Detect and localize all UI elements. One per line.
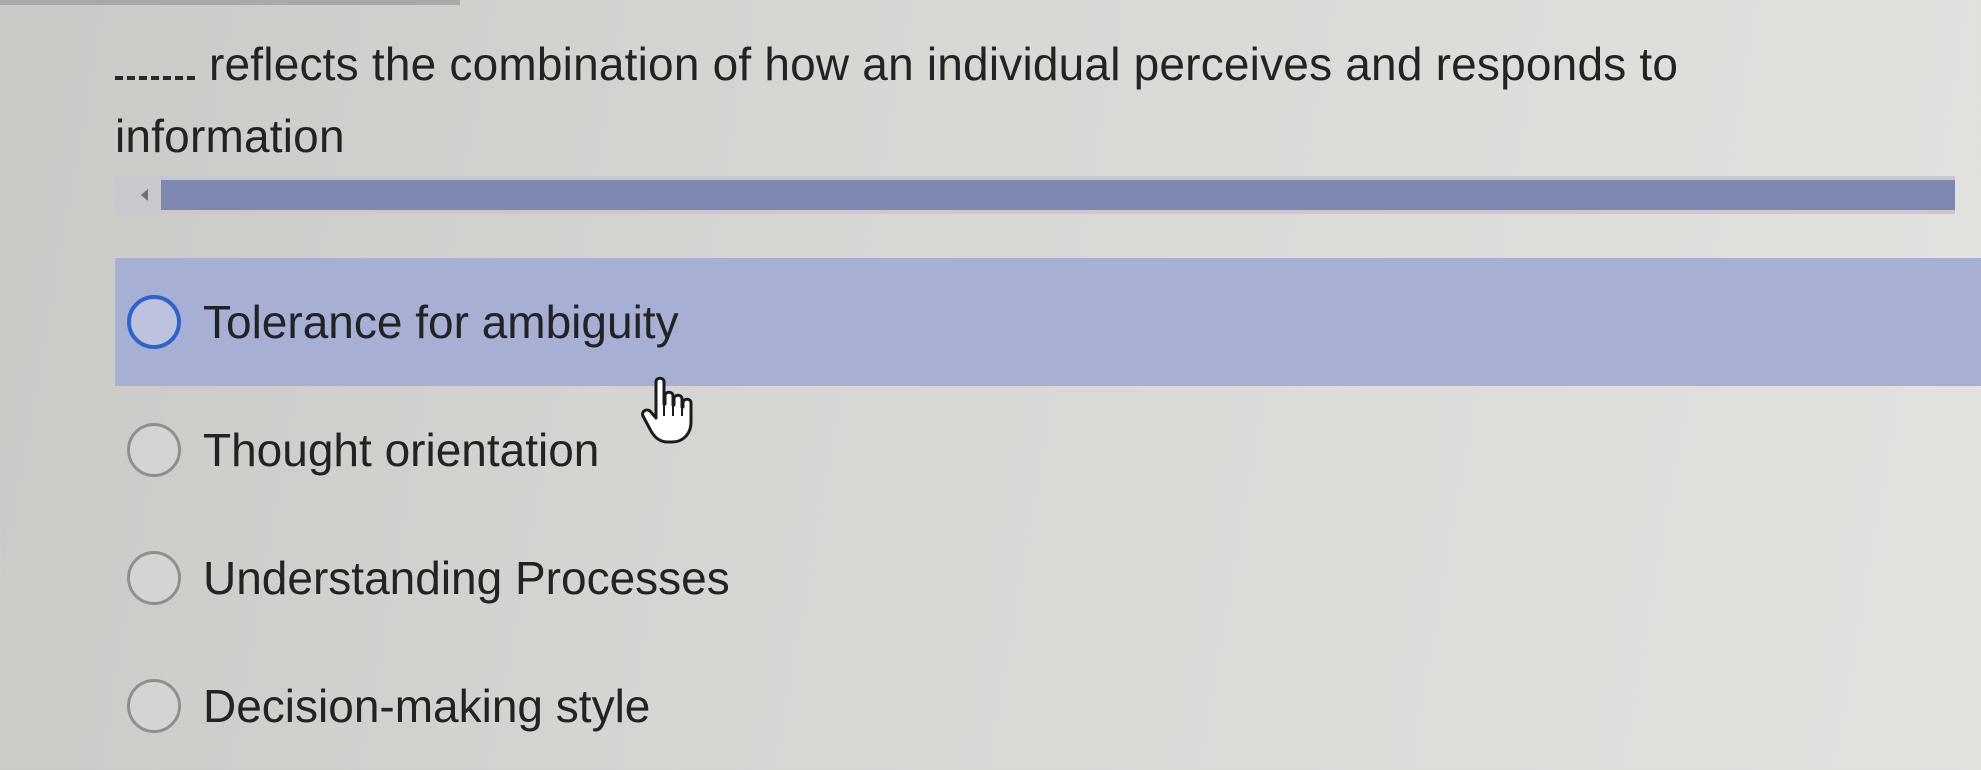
answer-option[interactable]: Thought orientation xyxy=(115,386,1981,514)
answer-option[interactable]: Tolerance for ambiguity xyxy=(115,258,1981,386)
answer-option-label[interactable]: Understanding Processes xyxy=(203,551,730,605)
radio-button[interactable] xyxy=(127,551,181,605)
radio-button[interactable] xyxy=(127,295,181,349)
answer-options: Tolerance for ambiguity Thought orientat… xyxy=(115,258,1981,770)
fill-in-blank xyxy=(115,38,195,80)
page-top-border xyxy=(0,0,460,5)
answer-option-label[interactable]: Tolerance for ambiguity xyxy=(203,295,679,349)
answer-option-label[interactable]: Decision-making style xyxy=(203,679,650,733)
answer-option[interactable]: Decision-making style xyxy=(115,642,1981,770)
scrollbar-thumb[interactable] xyxy=(161,180,1955,210)
radio-button[interactable] xyxy=(127,679,181,733)
radio-button[interactable] xyxy=(127,423,181,477)
question-prompt: reflects the combination of how an indiv… xyxy=(115,28,1915,172)
answer-option-label[interactable]: Thought orientation xyxy=(203,423,599,477)
horizontal-scrollbar[interactable] xyxy=(115,176,1955,214)
hand-pointer-icon xyxy=(638,374,698,446)
question-text: reflects the combination of how an indiv… xyxy=(115,38,1679,162)
chevron-left-icon[interactable] xyxy=(129,176,159,214)
answer-option[interactable]: Understanding Processes xyxy=(115,514,1981,642)
